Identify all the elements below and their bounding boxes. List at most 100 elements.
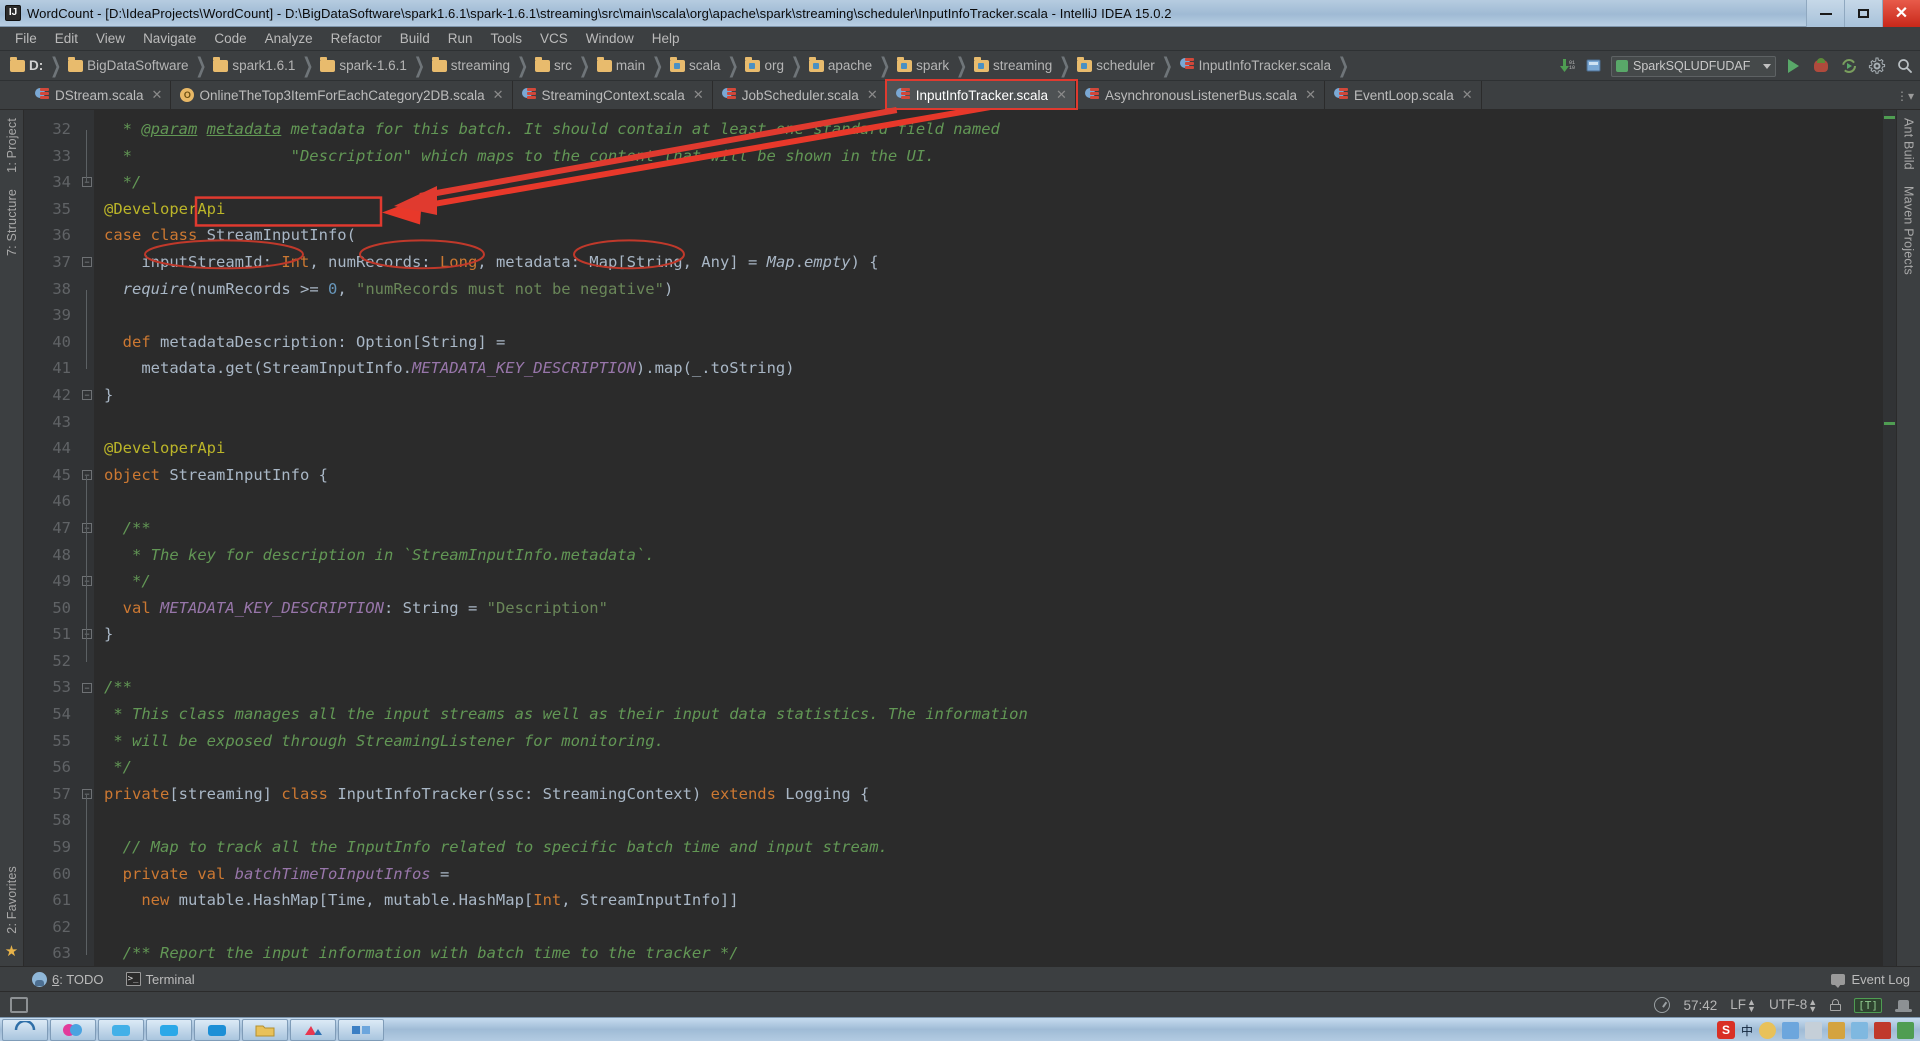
close-icon[interactable]: ✕ [152, 87, 163, 103]
tray-icon-2[interactable] [1782, 1021, 1799, 1039]
run-with-coverage-icon[interactable] [1838, 55, 1860, 77]
code-line[interactable]: // Map to track all the InputInfo relate… [104, 834, 1883, 861]
sidebar-item-favorites[interactable]: 2: Favorites [5, 858, 19, 942]
code-line[interactable]: private[streaming] class InputInfoTracke… [104, 781, 1883, 808]
code-line[interactable] [104, 914, 1883, 941]
minimize-button[interactable] [1806, 0, 1844, 27]
encoding-selector[interactable]: UTF-8▲ ▼ [1769, 997, 1817, 1013]
fold-toggle-icon[interactable]: − [82, 629, 92, 640]
close-icon[interactable]: ✕ [693, 87, 704, 103]
compile-icon[interactable] [1583, 55, 1605, 77]
code-line[interactable] [104, 807, 1883, 834]
breadcrumb-item-scheduler[interactable]: scheduler ❯ [1073, 51, 1175, 81]
menu-refactor[interactable]: Refactor [322, 29, 391, 48]
menu-build[interactable]: Build [391, 29, 439, 48]
menu-analyze[interactable]: Analyze [256, 29, 322, 48]
run-icon[interactable] [1782, 55, 1804, 77]
close-icon[interactable]: ✕ [1462, 87, 1473, 103]
menu-tools[interactable]: Tools [482, 29, 532, 48]
debug-icon[interactable] [1810, 55, 1832, 77]
breadcrumb-item-streaming-pkg[interactable]: streaming ❯ [970, 51, 1073, 81]
code-line[interactable]: @DeveloperApi [104, 196, 1883, 223]
fold-toggle-icon[interactable]: − [82, 177, 92, 188]
code-line[interactable] [104, 409, 1883, 436]
tray-icon-1[interactable] [1759, 1021, 1776, 1039]
fold-toggle-icon[interactable]: − [82, 257, 92, 267]
breadcrumb-item-apache[interactable]: apache ❯ [805, 51, 893, 81]
code-line[interactable]: @DeveloperApi [104, 435, 1883, 462]
code-line[interactable]: private val batchTimeToInputInfos = [104, 861, 1883, 888]
editor-tab-dstream[interactable]: DStream.scala ✕ [26, 81, 172, 109]
tray-icon-5[interactable] [1851, 1021, 1868, 1039]
code-editor[interactable]: 32 33 34 35 36 37 38 39 40 41 42 43 44 45 46 47 48 49 50 51… [24, 110, 1896, 966]
sogou-ime-icon[interactable]: S [1716, 1021, 1735, 1039]
editor-tab-streamingcontext[interactable]: StreamingContext.scala ✕ [512, 81, 713, 109]
sidebar-item-project[interactable]: 1: Project [5, 110, 19, 181]
editor-tab-onlinethetop3itemforeachcategory2db[interactable]: O OnlineTheTop3ItemForEachCategory2DB.sc… [171, 81, 513, 109]
run-configuration-selector[interactable]: SparkSQLUDFUDAF [1611, 55, 1776, 77]
code-line[interactable]: new mutable.HashMap[Time, mutable.HashMa… [104, 887, 1883, 914]
sidebar-item-ant-build[interactable]: Ant Build [1902, 110, 1916, 178]
code-line[interactable]: /** [104, 674, 1883, 701]
tool-window-terminal[interactable]: >_ Terminal [125, 972, 195, 987]
breadcrumb-item-main[interactable]: main ❯ [593, 51, 666, 81]
editor-tab-eventloop[interactable]: EventLoop.scala ✕ [1324, 81, 1482, 109]
code-line[interactable]: require(numRecords >= 0, "numRecords mus… [104, 276, 1883, 303]
fold-toggle-icon[interactable]: − [82, 523, 92, 533]
code-folding-column[interactable]: − − − − − − − − − [80, 110, 94, 966]
caret-position[interactable]: 57:42 [1683, 998, 1717, 1013]
breadcrumb-item-streaming[interactable]: streaming ❯ [428, 51, 531, 81]
taskbar-item-explorer[interactable] [242, 1018, 288, 1041]
tool-window-todo[interactable]: 6: TODO [32, 971, 104, 987]
code-line[interactable]: } [104, 382, 1883, 409]
fold-toggle-icon[interactable]: − [82, 576, 92, 587]
maximize-button[interactable] [1844, 0, 1882, 27]
update-project-icon[interactable]: 01 10 [1555, 55, 1577, 77]
menu-file[interactable]: File [6, 29, 46, 48]
breadcrumb-item-spark-161[interactable]: spark-1.6.1 ❯ [316, 51, 427, 81]
taskbar-item-6[interactable] [338, 1018, 384, 1041]
editor-tab-asynchronouslistenerbus[interactable]: AsynchronousListenerBus.scala ✕ [1075, 81, 1325, 109]
search-everywhere-icon[interactable] [1894, 55, 1916, 77]
code-line[interactable]: /** [104, 515, 1883, 542]
fold-toggle-icon[interactable]: − [82, 390, 92, 400]
code-line[interactable]: inputStreamId: Int, numRecords: Long, me… [104, 249, 1883, 276]
close-icon[interactable]: ✕ [1056, 87, 1067, 103]
taskbar-item-2[interactable] [98, 1018, 144, 1041]
breadcrumb-item-spark[interactable]: spark ❯ [893, 51, 970, 81]
settings-icon[interactable] [1866, 55, 1888, 77]
menu-code[interactable]: Code [205, 29, 255, 48]
close-button[interactable]: ✕ [1882, 0, 1920, 27]
code-line[interactable] [104, 302, 1883, 329]
event-log-button[interactable]: Event Log [1831, 967, 1910, 992]
tab-list-icon[interactable]: ⋮▾ [1896, 89, 1914, 103]
code-line[interactable]: * "Description" which maps to the conten… [104, 143, 1883, 170]
close-icon[interactable]: ✕ [1305, 87, 1316, 103]
breadcrumb-item-d[interactable]: D: ❯ [6, 51, 64, 81]
menu-help[interactable]: Help [643, 29, 689, 48]
close-icon[interactable]: ✕ [493, 87, 504, 103]
lock-icon[interactable] [1830, 999, 1842, 1011]
taskbar-item-5[interactable] [290, 1018, 336, 1041]
code-line[interactable]: val METADATA_KEY_DESCRIPTION: String = "… [104, 595, 1883, 622]
taskbar-start-button[interactable] [2, 1018, 48, 1041]
fold-toggle-icon[interactable]: − [82, 682, 92, 693]
menu-view[interactable]: View [87, 29, 134, 48]
breadcrumb-item-file[interactable]: InputInfoTracker.scala ❯ [1176, 51, 1352, 81]
editor-marker-bar[interactable] [1883, 110, 1896, 966]
code-line[interactable]: /** Report the input information with ba… [104, 940, 1883, 966]
tray-icon-7[interactable] [1897, 1021, 1914, 1039]
fold-toggle-icon[interactable]: − [82, 469, 92, 480]
code-line[interactable]: * will be exposed through StreamingListe… [104, 728, 1883, 755]
code-line[interactable]: object StreamInputInfo { [104, 462, 1883, 489]
code-line[interactable]: */ [104, 568, 1883, 595]
taskbar-item-4[interactable] [194, 1018, 240, 1041]
breadcrumb-item-org[interactable]: org ❯ [741, 51, 804, 81]
taskbar-item-1[interactable] [50, 1018, 96, 1041]
line-separator-selector[interactable]: LF▲ ▼ [1730, 997, 1756, 1013]
code-line[interactable]: def metadataDescription: Option[String] … [104, 329, 1883, 356]
menu-window[interactable]: Window [577, 29, 643, 48]
editor-tab-jobscheduler[interactable]: JobScheduler.scala ✕ [712, 81, 887, 109]
inspections-gauge-icon[interactable] [1654, 997, 1671, 1013]
code-line[interactable] [104, 488, 1883, 515]
